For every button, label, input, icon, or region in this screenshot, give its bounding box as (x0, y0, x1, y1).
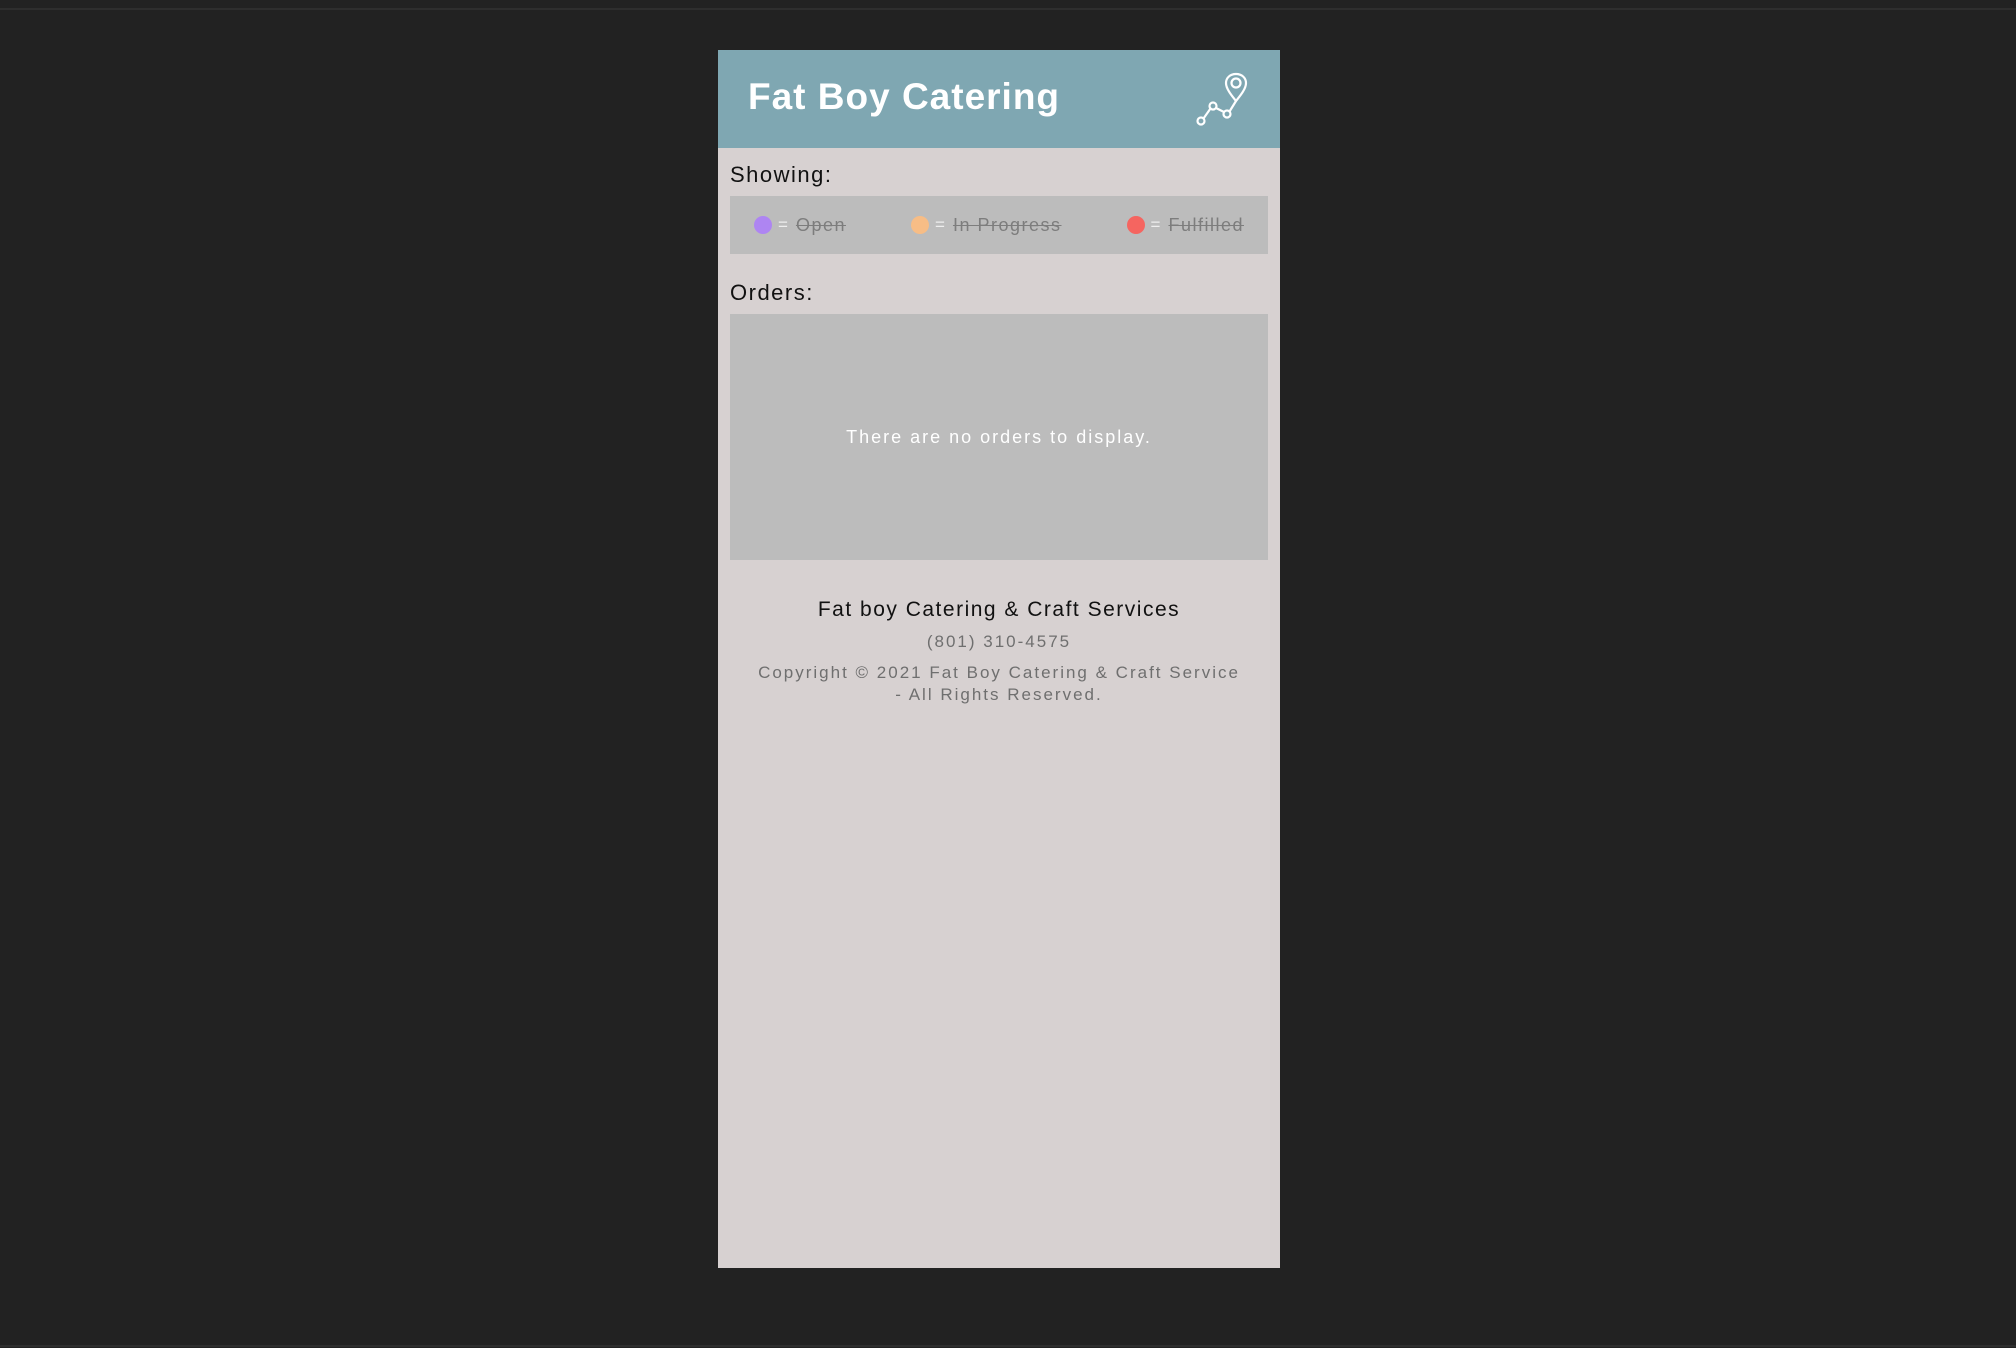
status-filter-bar: = Open = In Progress = Fulfilled (730, 196, 1268, 254)
status-dot-open-icon (754, 216, 772, 234)
empty-orders-message: There are no orders to display. (846, 426, 1152, 447)
showing-label: Showing: (730, 162, 833, 187)
app-screen: Fat Boy Catering Showing: = Open = In Pr… (718, 50, 1280, 1268)
copyright-line-2: - All Rights Reserved. (895, 685, 1103, 704)
filter-section: Showing: = Open = In Progress = Fulfille… (718, 162, 1280, 560)
filter-in-progress[interactable]: = In Progress (911, 215, 1061, 236)
filter-separator: = (778, 215, 788, 234)
route-icon[interactable] (1194, 70, 1252, 128)
app-title: Fat Boy Catering (748, 76, 1061, 117)
status-dot-fulfilled-icon (1126, 216, 1145, 234)
filter-label-fulfilled: Fulfilled (1168, 214, 1244, 235)
app-header: Fat Boy Catering (718, 50, 1280, 148)
bottom-divider (0, 1345, 2016, 1347)
orders-label: Orders: (730, 280, 814, 305)
footer-phone[interactable]: (801) 310-4575 (738, 632, 1260, 652)
footer: Fat boy Catering & Craft Services (801) … (718, 598, 1280, 706)
top-divider (0, 8, 2016, 10)
orders-list: There are no orders to display. (730, 314, 1268, 560)
filter-separator: = (935, 215, 945, 234)
filter-open[interactable]: = Open (754, 215, 846, 236)
footer-company-name: Fat boy Catering & Craft Services (817, 598, 1181, 621)
filter-label-in-progress: In Progress (952, 214, 1062, 235)
filter-fulfilled[interactable]: = Fulfilled (1126, 214, 1244, 236)
filter-separator: = (1150, 215, 1161, 234)
footer-copyright: Copyright © 2021 Fat Boy Catering & Craf… (738, 662, 1260, 706)
copyright-line-1: Copyright © 2021 Fat Boy Catering & Craf… (758, 663, 1240, 682)
filter-label-open: Open (795, 214, 846, 235)
status-dot-in-progress-icon (911, 216, 930, 234)
